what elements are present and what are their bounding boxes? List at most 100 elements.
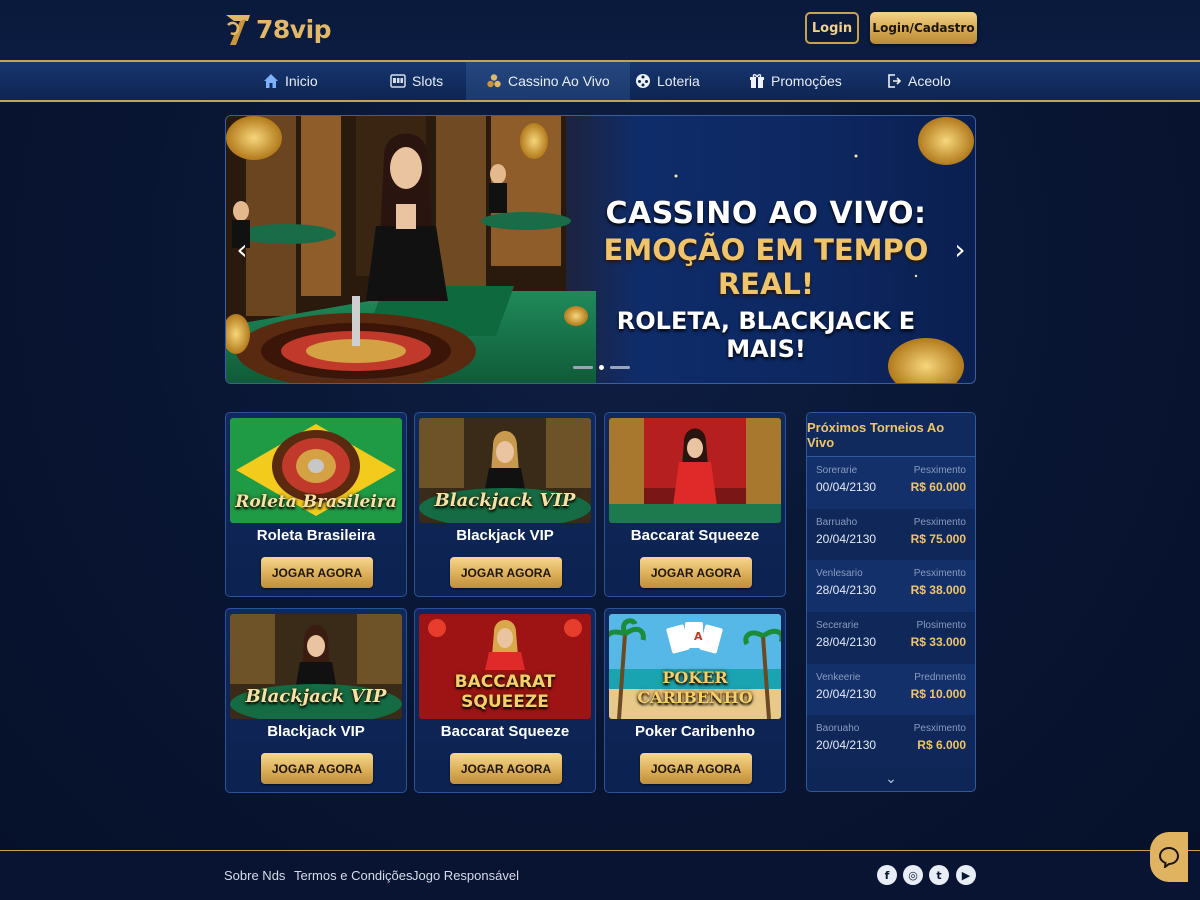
tournament-row[interactable]: Baoruaho Pesximento 20/04/2130 R$ 6.000 (807, 715, 975, 768)
play-now-button[interactable]: JOGAR AGORA (450, 557, 562, 588)
tournament-prize: R$ 38.000 (910, 583, 966, 598)
tournament-date: 20/04/2130 (816, 531, 877, 546)
game-card-roleta-brasileira[interactable]: Roleta Brasileira Roleta Brasileira JOGA… (225, 412, 407, 597)
nav-item-inicio[interactable]: Inicio (263, 62, 318, 100)
footer-link-sobre[interactable]: Sobre Nds (224, 868, 285, 883)
tournament-prize: R$ 33.000 (910, 635, 966, 650)
footer-link-jogo-responsavel[interactable]: Jogo Responsável (412, 868, 519, 883)
login-button[interactable]: Login (805, 12, 859, 44)
tournament-date: 00/04/2130 (816, 480, 877, 494)
nav-item-cassino-ao-vivo[interactable]: Cassino Ao Vivo (466, 62, 630, 100)
svg-text:A: A (694, 630, 703, 643)
nav-item-promocoes[interactable]: Promoções (749, 62, 842, 100)
play-now-button[interactable]: JOGAR AGORA (640, 557, 752, 588)
nav-item-slots[interactable]: Slots (390, 62, 443, 100)
nav-label: Loteria (657, 73, 700, 89)
lottery-ball-icon (636, 74, 650, 88)
game-thumbnail[interactable]: BACCARAT SQUEEZE (419, 614, 591, 719)
tournament-row[interactable]: Venlesario Pesximento 28/04/2130 R$ 38.000 (807, 560, 975, 613)
game-card-blackjack-vip-2[interactable]: Blackjack VIP Blackjack VIP JOGAR AGORA (225, 608, 407, 793)
nav-item-aceolo[interactable]: Aceolo (886, 62, 951, 100)
tournament-status: Pesximento (913, 568, 966, 580)
footer: Sobre Nds Termos e Condições Jogo Respon… (0, 850, 1200, 900)
game-title: Poker Caribenho (634, 723, 756, 740)
game-title: Roleta Brasileira (256, 527, 376, 544)
chips-icon (487, 74, 501, 88)
facebook-icon[interactable]: f (877, 865, 897, 885)
tournament-row[interactable]: Venkeerie Prednnento 20/04/2130 R$ 10.000 (807, 663, 975, 716)
tournament-row[interactable]: Sorerarie Pesximento 00/04/2130 R$ 60.000 (807, 457, 975, 509)
thumbnail-title: Blackjack VIP (245, 686, 387, 707)
nav-item-loteria[interactable]: Loteria (635, 62, 700, 100)
carousel-next-icon[interactable]: › (950, 233, 970, 266)
game-title: Blackjack VIP (456, 527, 554, 544)
tournament-day: Venlesario (816, 568, 863, 580)
hero-line-3: ROLETA, BLACKJACK E MAIS! (616, 307, 916, 363)
hero-headline: CASSINO AO VIVO: EMOÇÃO EM TEMPO REAL! R… (581, 196, 951, 363)
thumbnail-title: Blackjack VIP (434, 490, 576, 511)
thumbnail-title: POKER CARIBENHO (637, 668, 753, 707)
twitter-icon[interactable]: t (929, 865, 949, 885)
game-card-baccarat-squeeze[interactable]: Baccarat Squeeze JOGAR AGORA (604, 412, 786, 597)
tournament-status: Plosimento (916, 620, 966, 632)
game-thumbnail[interactable]: Blackjack VIP (419, 418, 591, 523)
tournament-prize: R$ 10.000 (910, 686, 966, 701)
tournament-date: 20/04/2130 (816, 738, 877, 753)
game-thumbnail[interactable]: A POKER CARIBENHO (609, 614, 781, 719)
hero-line-1: CASSINO AO VIVO: (605, 196, 927, 231)
game-thumbnail[interactable] (609, 418, 781, 523)
tournament-day: Baoruaho (816, 723, 860, 735)
top-header: 78vip Login Login/Cadastro (0, 0, 1200, 60)
carousel-indicators (573, 365, 630, 370)
nav-label: Slots (412, 73, 444, 89)
hero-banner[interactable]: CASSINO AO VIVO: EMOÇÃO EM TEMPO REAL! R… (225, 115, 976, 384)
footer-link-termos[interactable]: Termos e Condições (294, 868, 413, 883)
home-icon (264, 74, 278, 88)
tournament-row[interactable]: Secerarie Plosimento 28/04/2130 R$ 33.000 (807, 612, 975, 664)
chevron-down-icon[interactable]: ⌄ (807, 771, 975, 787)
tournament-day: Barruaho (816, 516, 858, 528)
carousel-prev-icon[interactable]: ‹ (232, 233, 252, 266)
nav-label: Promoções (771, 73, 842, 89)
tournament-status: Pesximento (913, 516, 966, 528)
play-now-button[interactable]: JOGAR AGORA (640, 753, 752, 784)
game-thumbnail[interactable]: Roleta Brasileira (230, 418, 402, 523)
carousel-dot-active[interactable] (599, 365, 604, 370)
game-thumbnail[interactable]: Blackjack VIP (230, 614, 402, 719)
hero-line-2: EMOÇÃO EM TEMPO REAL! (603, 233, 929, 301)
play-now-button[interactable]: JOGAR AGORA (450, 753, 562, 784)
live-chat-button[interactable] (1150, 832, 1188, 882)
game-title: Baccarat Squeeze (440, 723, 570, 740)
tournament-date: 28/04/2130 (816, 635, 877, 650)
game-card-blackjack-vip[interactable]: Blackjack VIP Blackjack VIP JOGAR AGORA (414, 412, 596, 597)
play-now-button[interactable]: JOGAR AGORA (261, 557, 373, 588)
brand-name: 78vip (256, 14, 332, 44)
youtube-icon[interactable]: ▶ (956, 865, 976, 885)
carousel-dot[interactable] (610, 366, 630, 369)
nav-label: Inicio (285, 73, 318, 89)
thumbnail-title: BACCARAT SQUEEZE (454, 672, 556, 712)
tournament-prize: R$ 75.000 (910, 531, 966, 546)
tournament-row[interactable]: Barruaho Pesximento 20/04/2130 R$ 75.000 (807, 508, 975, 561)
tournament-day: Secerarie (816, 620, 859, 632)
nav-label: Cassino Ao Vivo (508, 73, 610, 89)
register-button[interactable]: Login/Cadastro (870, 12, 977, 44)
game-card-baccarat-squeeze-2[interactable]: BACCARAT SQUEEZE Baccarat Squeeze JOGAR … (414, 608, 596, 793)
play-now-button[interactable]: JOGAR AGORA (261, 753, 373, 784)
tournament-status: Prednnento (914, 671, 966, 683)
tournament-status: Pesximento (913, 465, 966, 476)
tournament-day: Venkeerie (816, 671, 861, 683)
carousel-dot[interactable] (573, 366, 593, 369)
gift-icon (750, 74, 764, 88)
instagram-icon[interactable]: ◎ (903, 865, 923, 885)
nav-label: Aceolo (908, 73, 951, 89)
slot-machine-icon (390, 74, 406, 88)
logo-mark-icon (226, 15, 250, 45)
tournament-date: 28/04/2130 (816, 583, 877, 598)
tournaments-title: Próximos Torneios Ao Vivo (807, 413, 975, 457)
tournament-day: Sorerarie (816, 465, 858, 476)
tournaments-list: Sorerarie Pesximento 00/04/2130 R$ 60.000 … (807, 457, 975, 768)
logo[interactable]: 78vip (224, 8, 332, 50)
game-card-poker-caribenho[interactable]: A POKER CARIBENHO Poker Caribenho JOGAR … (604, 608, 786, 793)
upcoming-tournaments-panel: Próximos Torneios Ao Vivo Sorerarie Pesxi… (806, 412, 976, 792)
